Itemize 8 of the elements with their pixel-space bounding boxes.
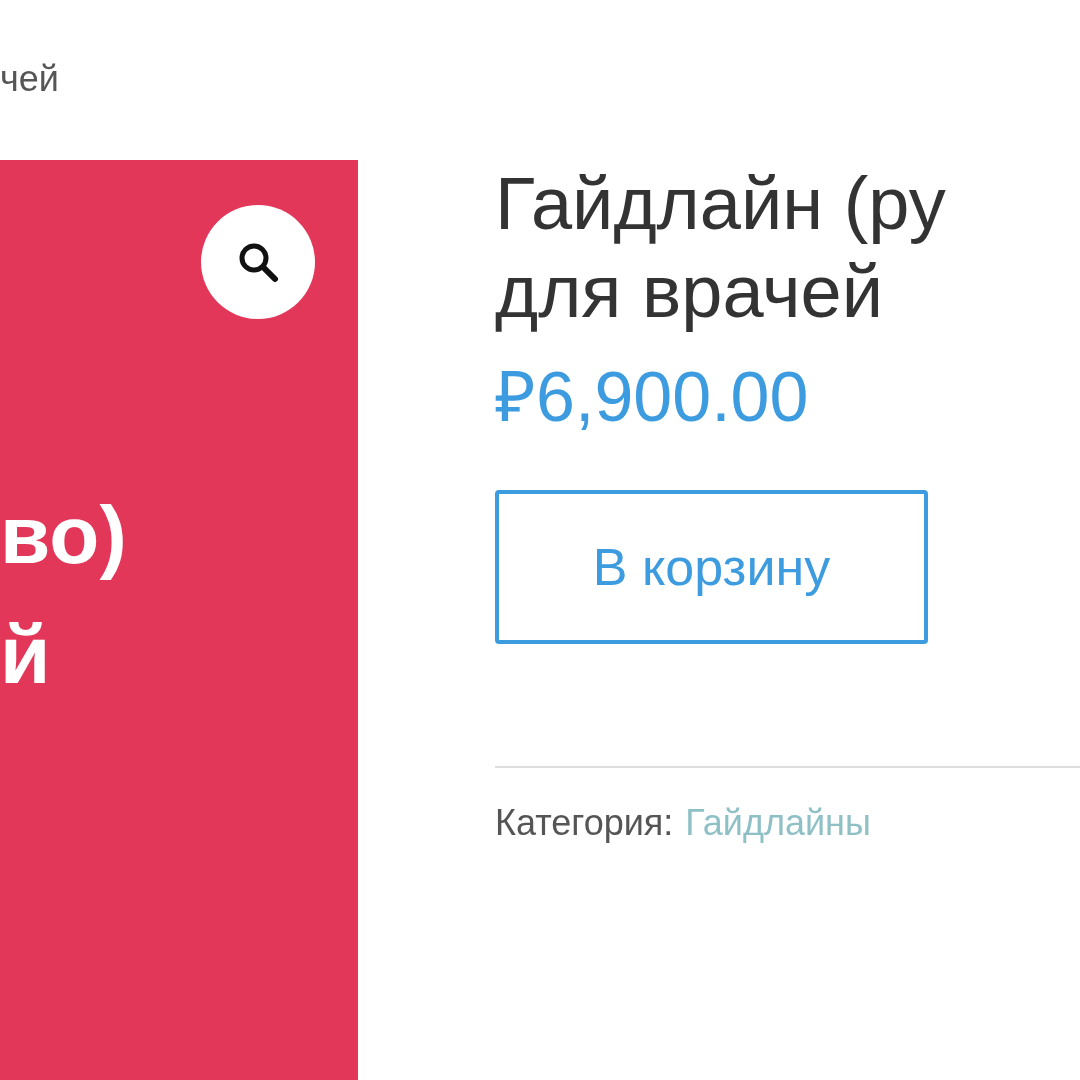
product-title: Гайдлайн (ру для врачей bbox=[495, 161, 947, 335]
price: ₽6,900.00 bbox=[495, 357, 810, 438]
category-link[interactable]: Гайдлайны bbox=[685, 802, 871, 844]
category-label: Категория: bbox=[495, 802, 674, 844]
breadcrumb: чей bbox=[0, 57, 60, 101]
add-to-cart-button[interactable]: В корзину bbox=[495, 490, 928, 644]
cover-text: й bbox=[0, 608, 51, 702]
cover-text: во) bbox=[0, 488, 127, 582]
